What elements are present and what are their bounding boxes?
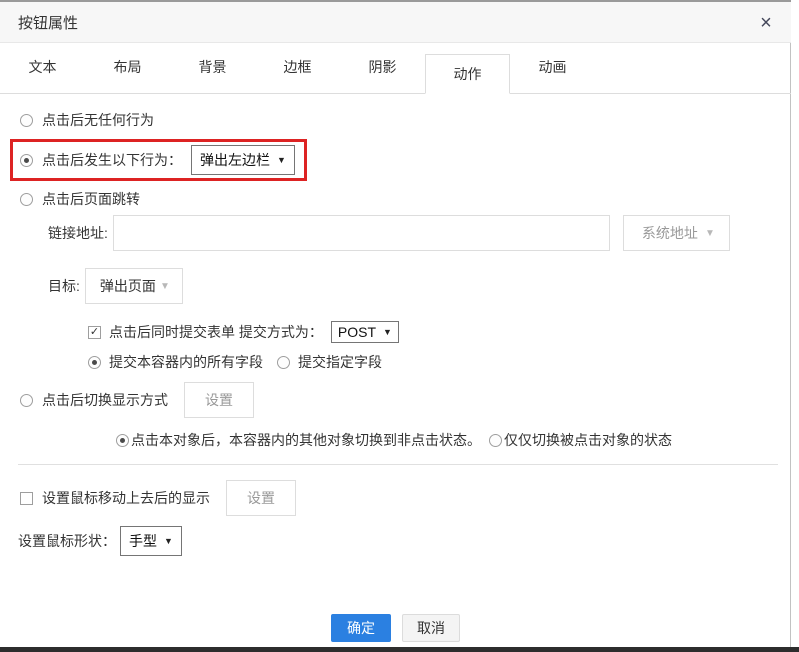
submit-form-checkbox[interactable]: ✓ [88,326,101,339]
toggle-self-radio[interactable] [489,434,502,447]
toggle-display-radio[interactable] [20,394,33,407]
submit-scope-row: 提交本容器内的所有字段 提交指定字段 [88,353,791,371]
toggle-display-label: 点击后切换显示方式 [42,390,168,410]
cursor-shape-row: 设置鼠标形状： 手型 ▼ [18,526,791,556]
tab-animation[interactable]: 动画 [510,42,595,93]
page-jump-radio[interactable] [20,193,33,206]
button-properties-dialog: 按钮属性 × 文本 布局 背景 边框 阴影 动作 动画 点击后无任何行为 点击后… [0,0,799,652]
submit-method-value: POST [338,324,376,340]
dialog-title: 按钮属性 [18,12,78,33]
submit-all-fields-radio[interactable] [88,356,101,369]
behavior-label: 点击后发生以下行为： [42,150,182,170]
cursor-shape-label: 设置鼠标形状： [18,531,116,551]
dialog-footer: 确定 取消 [0,614,791,642]
toggle-others-label: 点击本对象后，本容器内的其他对象切换到非点击状态。 [131,430,481,450]
page-jump-row: 点击后页面跳转 [20,189,791,209]
behavior-dropdown[interactable]: 弹出左边栏 ▼ [191,145,295,175]
close-icon[interactable]: × [753,10,779,36]
target-label: 目标: [48,276,80,296]
bottom-dark-bar [0,647,799,652]
toggle-self-label: 仅仅切换被点击对象的状态 [504,430,672,450]
caret-down-icon: ▼ [277,155,286,165]
tab-shadow[interactable]: 阴影 [340,42,425,93]
submit-form-row: ✓ 点击后同时提交表单 提交方式为： POST ▼ [88,320,791,344]
no-behavior-row: 点击后无任何行为 [20,110,791,130]
link-address-input[interactable] [113,215,610,251]
tab-action[interactable]: 动作 [425,54,510,94]
submit-specified-fields-radio[interactable] [277,356,290,369]
toggle-mode-row: 点击本对象后，本容器内的其他对象切换到非点击状态。 仅仅切换被点击对象的状态 [116,431,791,449]
submit-all-fields-label: 提交本容器内的所有字段 [109,352,263,372]
hover-display-settings-button[interactable]: 设置 [226,480,296,516]
behavior-highlight-box: 点击后发生以下行为： 弹出左边栏 ▼ [10,139,307,181]
caret-down-icon: ▼ [705,228,715,239]
cancel-button[interactable]: 取消 [402,614,460,642]
check-icon: ✓ [90,327,99,338]
behavior-dropdown-value: 弹出左边栏 [200,150,270,170]
cursor-shape-value: 手型 [129,531,157,551]
page-jump-label: 点击后页面跳转 [42,189,140,209]
submit-method-dropdown[interactable]: POST ▼ [331,321,399,343]
tab-border[interactable]: 边框 [255,42,340,93]
toggle-others-radio[interactable] [116,434,129,447]
caret-down-icon: ▼ [160,281,170,292]
hover-display-checkbox[interactable] [20,492,33,505]
toggle-display-row: 点击后切换显示方式 设置 [20,382,791,418]
link-address-label: 链接地址: [48,223,108,243]
ok-button[interactable]: 确定 [331,614,391,642]
target-row: 目标: 弹出页面 ▼ [48,268,791,304]
behavior-radio[interactable] [20,154,33,167]
hover-display-label: 设置鼠标移动上去后的显示 [42,488,210,508]
caret-down-icon: ▼ [164,536,173,546]
hover-display-row: 设置鼠标移动上去后的显示 设置 [20,480,791,516]
no-behavior-label: 点击后无任何行为 [42,110,154,130]
caret-down-icon: ▼ [383,327,392,337]
target-dropdown-value: 弹出页面 [100,276,156,296]
cursor-shape-dropdown[interactable]: 手型 ▼ [120,526,182,556]
link-address-row: 链接地址: 系统地址 ▼ [48,215,791,251]
target-dropdown[interactable]: 弹出页面 ▼ [85,268,183,304]
action-tab-panel: 点击后无任何行为 点击后发生以下行为： 弹出左边栏 ▼ 点击后页面跳转 链接地址… [0,94,791,642]
no-behavior-radio[interactable] [20,114,33,127]
address-type-dropdown[interactable]: 系统地址 ▼ [623,215,730,251]
submit-form-label: 点击后同时提交表单 提交方式为： [109,322,323,342]
toggle-display-settings-button[interactable]: 设置 [184,382,254,418]
tab-background[interactable]: 背景 [170,42,255,93]
dialog-header: 按钮属性 × [0,2,791,43]
submit-specified-fields-label: 提交指定字段 [298,352,382,372]
address-type-value: 系统地址 [642,223,698,243]
tab-text[interactable]: 文本 [0,42,85,93]
tab-layout[interactable]: 布局 [85,42,170,93]
section-divider [18,464,778,465]
tab-bar: 文本 布局 背景 边框 阴影 动作 动画 [0,43,791,94]
